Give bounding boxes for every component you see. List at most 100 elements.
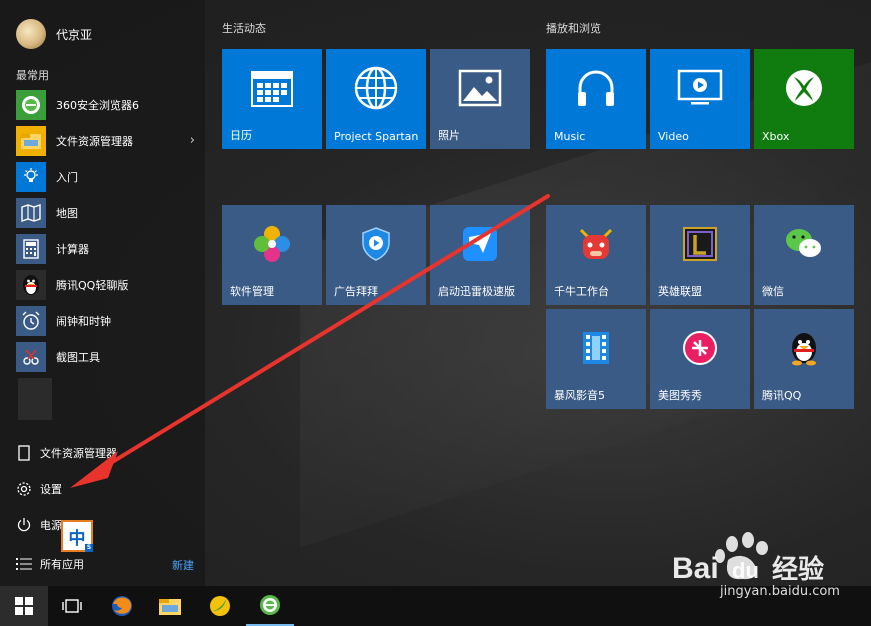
tile-label: 腾讯QQ xyxy=(762,389,802,402)
tile-thunder[interactable]: 启动迅雷极速版 xyxy=(430,205,530,305)
tile-label: 照片 xyxy=(438,129,460,142)
app-label: 360安全浏览器6 xyxy=(56,99,139,112)
file-explorer-label: 文件资源管理器 xyxy=(40,447,117,460)
taskbar-firefox[interactable] xyxy=(98,586,146,626)
desktop-file-ghost xyxy=(18,378,52,420)
most-used-list: 360安全浏览器6 文件资源管理器 › 入门 地图 计算器 腾讯QQ轻聊版 闹钟… xyxy=(0,87,205,375)
alarm-clock-icon xyxy=(16,306,46,336)
app-calculator[interactable]: 计算器 xyxy=(0,231,205,267)
storm-player-icon xyxy=(546,309,646,387)
tile-software-manager[interactable]: 软件管理 xyxy=(222,205,322,305)
shield-icon xyxy=(326,205,426,283)
avatar xyxy=(16,19,46,49)
tile-label: Video xyxy=(658,130,689,143)
taskbar-qq-browser[interactable] xyxy=(196,586,244,626)
tile-calendar[interactable]: 日历 xyxy=(222,49,322,149)
globe-icon xyxy=(326,49,426,127)
power-label: 电源 xyxy=(40,519,62,532)
app-alarms-clock[interactable]: 闹钟和时钟 xyxy=(0,303,205,339)
taskbar-360-browser[interactable] xyxy=(246,586,294,626)
app-get-started[interactable]: 入门 xyxy=(0,159,205,195)
bull-icon xyxy=(546,205,646,283)
all-apps-label: 所有应用 xyxy=(40,558,84,571)
taskbar-file-explorer[interactable] xyxy=(146,586,194,626)
tile-meitu[interactable]: 美图秀秀 xyxy=(650,309,750,409)
folder-icon xyxy=(159,599,181,615)
start-button[interactable] xyxy=(0,586,48,626)
tile-label: 英雄联盟 xyxy=(658,285,702,298)
tile-label: 微信 xyxy=(762,285,784,298)
app-label: 截图工具 xyxy=(56,351,100,364)
app-snipping-tool[interactable]: 截图工具 xyxy=(0,339,205,375)
user-name: 代京亚 xyxy=(56,27,93,42)
snipping-tool-icon xyxy=(16,342,46,372)
app-label: 计算器 xyxy=(56,243,89,256)
group-label-life: 生活动态 xyxy=(222,22,266,35)
group-label-media: 播放和浏览 xyxy=(546,22,601,35)
tile-lol[interactable]: 英雄联盟 xyxy=(650,205,750,305)
power-link[interactable]: 电源 xyxy=(0,510,205,540)
file-explorer-link[interactable]: 文件资源管理器 xyxy=(0,438,205,468)
app-file-explorer[interactable]: 文件资源管理器 › xyxy=(0,123,205,159)
settings-label: 设置 xyxy=(40,483,62,496)
baidu-jingyan-watermark: Bai du 经验 xyxy=(672,532,824,585)
tile-label: 千牛工作台 xyxy=(554,285,609,298)
windows-logo-icon xyxy=(15,597,33,615)
tile-label: 软件管理 xyxy=(230,285,274,298)
qq-browser-icon xyxy=(210,596,230,616)
tile-label: 广告拜拜 xyxy=(334,285,378,298)
tile-photos[interactable]: 照片 xyxy=(430,49,530,149)
tile-qianniu[interactable]: 千牛工作台 xyxy=(546,205,646,305)
tile-label: 美图秀秀 xyxy=(658,389,702,402)
power-icon xyxy=(14,517,34,533)
ime-label: 中 xyxy=(68,528,86,549)
task-view-button[interactable] xyxy=(48,586,96,626)
app-label: 腾讯QQ轻聊版 xyxy=(56,279,129,292)
tile-qq[interactable]: 腾讯QQ xyxy=(754,309,854,409)
ime-indicator[interactable]: 中S xyxy=(61,520,93,552)
xbox-icon xyxy=(754,49,854,127)
qq-penguin-icon xyxy=(754,309,854,387)
lol-icon xyxy=(650,205,750,283)
tile-label: 启动迅雷极速版 xyxy=(438,285,515,298)
app-label: 文件资源管理器 xyxy=(56,135,133,148)
settings-link[interactable]: 设置 xyxy=(0,474,205,504)
ime-sub-label: S xyxy=(85,544,93,552)
task-view-icon xyxy=(62,599,82,613)
start-menu-left-pane: 代京亚 最常用 360安全浏览器6 文件资源管理器 › 入门 地图 计算器 腾讯… xyxy=(0,0,205,586)
wechat-icon xyxy=(754,205,854,283)
lightbulb-icon xyxy=(16,162,46,192)
user-account[interactable]: 代京亚 xyxy=(16,18,92,50)
calculator-icon xyxy=(16,234,46,264)
360-browser-icon xyxy=(16,90,46,120)
app-maps[interactable]: 地图 xyxy=(0,195,205,231)
tile-xbox[interactable]: Xbox xyxy=(754,49,854,149)
tile-label: 暴风影音5 xyxy=(554,389,605,402)
chevron-right-icon[interactable]: › xyxy=(190,133,195,148)
app-qq-lite[interactable]: 腾讯QQ轻聊版 xyxy=(0,267,205,303)
gear-icon xyxy=(14,481,34,497)
tile-wechat[interactable]: 微信 xyxy=(754,205,854,305)
photo-icon xyxy=(430,49,530,127)
clover-icon xyxy=(222,205,322,283)
app-label: 闹钟和时钟 xyxy=(56,315,111,328)
thunder-bird-icon xyxy=(430,205,530,283)
tile-music[interactable]: Music xyxy=(546,49,646,149)
folder-icon xyxy=(16,126,46,156)
map-icon xyxy=(16,198,46,228)
tile-adblock[interactable]: 广告拜拜 xyxy=(326,205,426,305)
tile-project-spartan[interactable]: Project Spartan xyxy=(326,49,426,149)
watermark-brand-du: du xyxy=(732,558,759,583)
most-used-label: 最常用 xyxy=(16,69,49,82)
calendar-icon xyxy=(222,49,322,127)
new-badge: 新建 xyxy=(172,559,194,572)
app-label: 地图 xyxy=(56,207,78,220)
video-player-icon xyxy=(650,49,750,127)
tile-storm-player[interactable]: 暴风影音5 xyxy=(546,309,646,409)
tile-label: Music xyxy=(554,130,586,143)
watermark-url: jingyan.baidu.com xyxy=(720,584,840,599)
app-360-browser[interactable]: 360安全浏览器6 xyxy=(0,87,205,123)
app-label: 入门 xyxy=(56,171,78,184)
tile-video[interactable]: Video xyxy=(650,49,750,149)
qq-penguin-icon xyxy=(16,270,46,300)
